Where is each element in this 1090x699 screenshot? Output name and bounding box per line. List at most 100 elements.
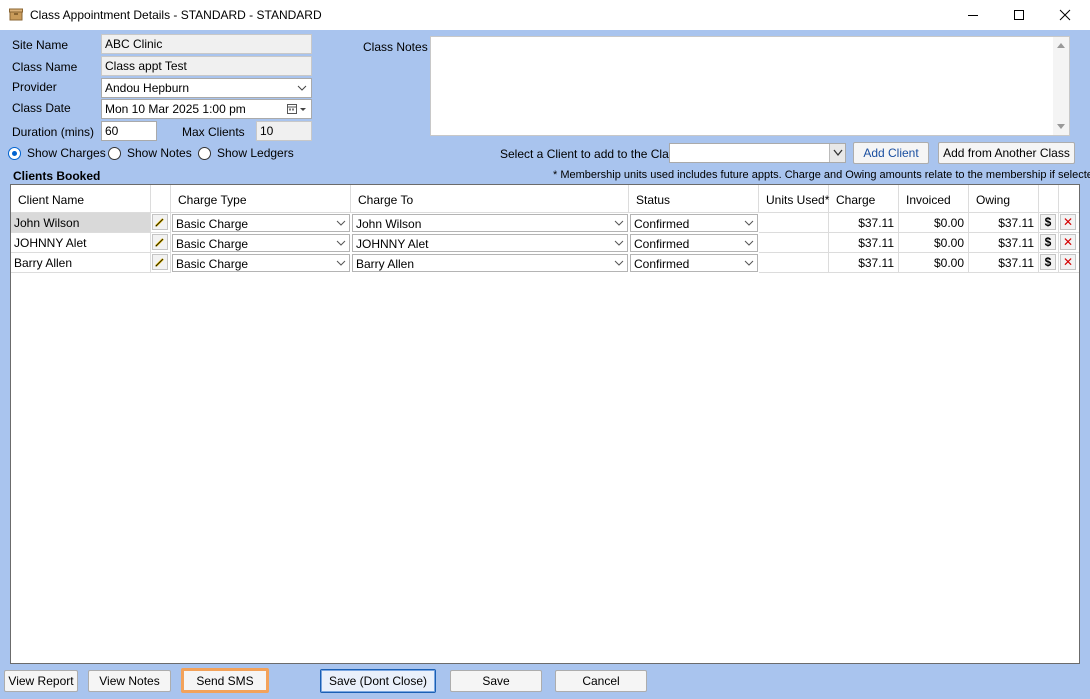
client-name-cell[interactable]: Barry Allen [11, 253, 151, 273]
charge-to-select[interactable]: JOHNNY Alet [352, 234, 628, 252]
provider-label: Provider [12, 80, 57, 94]
invoiced-cell: $0.00 [899, 253, 969, 273]
membership-note: * Membership units used includes future … [553, 169, 1090, 181]
status-select[interactable]: Confirmed [630, 234, 758, 252]
column-header-owing[interactable]: Owing [969, 185, 1039, 213]
column-header-invoiced[interactable]: Invoiced [899, 185, 969, 213]
remove-cell: ✕ [1059, 253, 1079, 273]
column-header-units-used[interactable]: Units Used* [759, 185, 829, 213]
units-used-cell[interactable] [759, 253, 829, 273]
client-select-dropdown[interactable] [829, 144, 845, 162]
column-header-client-name[interactable]: Client Name [11, 185, 151, 213]
close-icon [1059, 9, 1071, 21]
edit-cell [151, 213, 171, 233]
view-report-button[interactable]: View Report [4, 670, 78, 692]
close-button[interactable] [1042, 0, 1088, 30]
save-button[interactable]: Save [450, 670, 542, 692]
chevron-down-icon [833, 149, 843, 157]
units-used-cell[interactable] [759, 213, 829, 233]
owing-cell: $37.11 [969, 233, 1039, 253]
charge-type-select[interactable]: Basic Charge [172, 254, 350, 272]
show-charges-radio[interactable]: Show Charges [8, 146, 106, 160]
class-name-field[interactable]: Class appt Test [101, 56, 312, 76]
scroll-up-icon[interactable] [1056, 41, 1066, 49]
column-header-remove [1059, 185, 1079, 213]
dollar-icon[interactable]: $ [1040, 234, 1056, 250]
status-value: Confirmed [634, 257, 690, 271]
client-name-cell[interactable]: John Wilson [11, 213, 151, 233]
charge-cell: $37.11 [829, 253, 899, 273]
class-name-label: Class Name [12, 60, 78, 74]
client-select[interactable] [669, 143, 846, 163]
charge-to-select[interactable]: John Wilson [352, 214, 628, 232]
status-select[interactable]: Confirmed [630, 254, 758, 272]
send-sms-button[interactable]: Send SMS [181, 668, 269, 693]
pencil-icon[interactable] [152, 234, 168, 250]
scroll-down-icon[interactable] [1056, 123, 1066, 131]
provider-value: Andou Hepburn [105, 81, 190, 95]
client-name-cell[interactable]: JOHNNY Alet [11, 233, 151, 253]
charge-cell: $37.11 [829, 233, 899, 253]
invoiced-cell: $0.00 [899, 213, 969, 233]
show-charges-label: Show Charges [27, 146, 106, 160]
payment-cell: $ [1039, 233, 1059, 253]
column-header-payment [1039, 185, 1059, 213]
clients-booked-heading: Clients Booked [13, 169, 101, 183]
invoiced-cell: $0.00 [899, 233, 969, 253]
provider-select[interactable]: Andou Hepburn [101, 78, 312, 98]
minimize-icon [968, 15, 978, 16]
owing-cell: $37.11 [969, 253, 1039, 273]
maximize-icon [1014, 10, 1024, 20]
calendar-icon [287, 104, 306, 114]
column-header-charge-type[interactable]: Charge Type [171, 185, 351, 213]
charge-cell: $37.11 [829, 213, 899, 233]
duration-field[interactable]: 60 [101, 121, 157, 141]
select-client-label: Select a Client to add to the Class [500, 147, 681, 161]
site-name-label: Site Name [12, 38, 69, 52]
edit-cell [151, 253, 171, 273]
column-header-charge[interactable]: Charge [829, 185, 899, 213]
save-dont-close-button[interactable]: Save (Dont Close) [320, 669, 436, 693]
chevron-down-icon [744, 240, 754, 246]
pencil-icon[interactable] [152, 214, 168, 230]
chevron-down-icon [336, 240, 346, 246]
minimize-button[interactable] [950, 0, 996, 30]
charge-to-value: JOHNNY Alet [356, 237, 429, 251]
cancel-button[interactable]: Cancel [555, 670, 647, 692]
class-notes-label: Class Notes [363, 40, 428, 54]
dollar-icon[interactable]: $ [1040, 254, 1056, 270]
owing-cell: $37.11 [969, 213, 1039, 233]
column-header-status[interactable]: Status [629, 185, 759, 213]
charge-type-select[interactable]: Basic Charge [172, 234, 350, 252]
pencil-icon[interactable] [152, 254, 168, 270]
view-notes-button[interactable]: View Notes [88, 670, 171, 692]
class-date-picker[interactable]: Mon 10 Mar 2025 1:00 pm [101, 99, 312, 119]
charge-to-value: John Wilson [356, 217, 422, 231]
radio-icon [198, 146, 211, 160]
add-client-button[interactable]: Add Client [853, 142, 929, 164]
remove-cell: ✕ [1059, 213, 1079, 233]
dollar-icon[interactable]: $ [1040, 214, 1056, 230]
chevron-down-icon [614, 240, 624, 246]
notes-scrollbar[interactable] [1053, 37, 1069, 135]
show-ledgers-radio[interactable]: Show Ledgers [198, 146, 294, 160]
app-icon [9, 8, 23, 21]
add-from-another-class-button[interactable]: Add from Another Class [938, 142, 1075, 164]
show-notes-radio[interactable]: Show Notes [108, 146, 192, 160]
maximize-button[interactable] [996, 0, 1042, 30]
charge-type-select[interactable]: Basic Charge [172, 214, 350, 232]
chevron-down-icon [297, 85, 307, 91]
delete-x-icon[interactable]: ✕ [1060, 254, 1076, 270]
class-date-label: Class Date [12, 101, 71, 115]
charge-to-select[interactable]: Barry Allen [352, 254, 628, 272]
charge-type-value: Basic Charge [176, 257, 249, 271]
charge-to-value: Barry Allen [356, 257, 415, 271]
chevron-down-icon [614, 260, 624, 266]
delete-x-icon[interactable]: ✕ [1060, 234, 1076, 250]
edit-cell [151, 233, 171, 253]
column-header-charge-to[interactable]: Charge To [351, 185, 629, 213]
class-notes-textarea[interactable] [430, 36, 1070, 136]
delete-x-icon[interactable]: ✕ [1060, 214, 1076, 230]
units-used-cell[interactable] [759, 233, 829, 253]
status-select[interactable]: Confirmed [630, 214, 758, 232]
